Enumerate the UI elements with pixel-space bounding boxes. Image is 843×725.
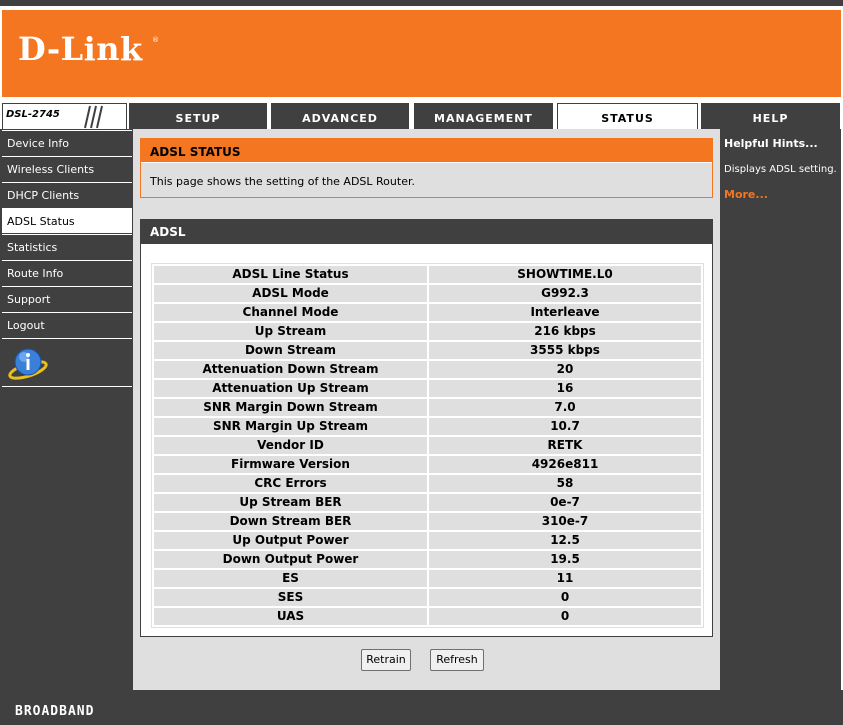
sidebar-divider bbox=[2, 386, 132, 387]
status-panel: ADSL STATUS This page shows the setting … bbox=[140, 138, 713, 198]
row-label: ES bbox=[154, 570, 427, 587]
table-row: Firmware Version 4926e811 bbox=[154, 456, 701, 473]
hints-title: Helpful Hints... bbox=[724, 137, 818, 150]
info-icon bbox=[8, 348, 48, 380]
table-row: Attenuation Up Stream 16 bbox=[154, 380, 701, 397]
table-row: CRC Errors 58 bbox=[154, 475, 701, 492]
row-label: Up Output Power bbox=[154, 532, 427, 549]
table-row: Vendor ID RETK bbox=[154, 437, 701, 454]
model-label: DSL-2745 bbox=[6, 109, 60, 120]
slashes-icon bbox=[84, 105, 103, 129]
retrain-button[interactable]: Retrain bbox=[361, 649, 411, 671]
row-label: Down Output Power bbox=[154, 551, 427, 568]
row-value: 19.5 bbox=[429, 551, 701, 568]
tab-advanced[interactable]: ADVANCED bbox=[271, 103, 409, 129]
row-label: Down Stream bbox=[154, 342, 427, 359]
sidebar: Device Info Wireless Clients DHCP Client… bbox=[0, 129, 133, 690]
tab-status[interactable]: STATUS bbox=[557, 103, 698, 129]
row-value: 310e-7 bbox=[429, 513, 701, 530]
row-value: 16 bbox=[429, 380, 701, 397]
header-banner: D-Link ® bbox=[2, 10, 841, 97]
row-value: 0e-7 bbox=[429, 494, 701, 511]
adsl-panel: ADSL ADSL Line Status SHOWTIME.L0 ADSL Mod… bbox=[140, 219, 713, 637]
row-label: Up Stream BER bbox=[154, 494, 427, 511]
row-value: 12.5 bbox=[429, 532, 701, 549]
refresh-button[interactable]: Refresh bbox=[430, 649, 484, 671]
row-value: 4926e811 bbox=[429, 456, 701, 473]
row-label: Attenuation Down Stream bbox=[154, 361, 427, 378]
main-content: ADSL STATUS This page shows the setting … bbox=[133, 129, 720, 690]
row-value: SHOWTIME.L0 bbox=[429, 266, 701, 283]
row-value: RETK bbox=[429, 437, 701, 454]
footer-brand: BROADBAND bbox=[15, 704, 95, 719]
sidebar-item-route-info[interactable]: Route Info bbox=[2, 260, 132, 285]
row-label: SES bbox=[154, 589, 427, 606]
table-row: Up Stream 216 kbps bbox=[154, 323, 701, 340]
status-title: ADSL STATUS bbox=[141, 139, 712, 163]
tab-setup[interactable]: SETUP bbox=[129, 103, 267, 129]
table-row: UAS 0 bbox=[154, 608, 701, 625]
table-row: SES 0 bbox=[154, 589, 701, 606]
row-label: Vendor ID bbox=[154, 437, 427, 454]
status-description: This page shows the setting of the ADSL … bbox=[150, 175, 415, 188]
table-row: Up Output Power 12.5 bbox=[154, 532, 701, 549]
table-row: SNR Margin Down Stream 7.0 bbox=[154, 399, 701, 416]
row-value: 3555 kbps bbox=[429, 342, 701, 359]
dlink-logo: D-Link bbox=[18, 30, 143, 68]
row-label: CRC Errors bbox=[154, 475, 427, 492]
row-value: 0 bbox=[429, 608, 701, 625]
row-value: 58 bbox=[429, 475, 701, 492]
row-label: UAS bbox=[154, 608, 427, 625]
sidebar-item-logout[interactable]: Logout bbox=[2, 312, 132, 337]
table-row: ADSL Mode G992.3 bbox=[154, 285, 701, 302]
table-row: ADSL Line Status SHOWTIME.L0 bbox=[154, 266, 701, 283]
row-value: 20 bbox=[429, 361, 701, 378]
row-label: ADSL Mode bbox=[154, 285, 427, 302]
table-row: Down Stream BER 310e-7 bbox=[154, 513, 701, 530]
table-row: Channel Mode Interleave bbox=[154, 304, 701, 321]
row-value: 7.0 bbox=[429, 399, 701, 416]
table-row: Attenuation Down Stream 20 bbox=[154, 361, 701, 378]
page: D-Link ® DSL-2745 SETUP ADVANCED MANAGEM… bbox=[0, 0, 843, 725]
row-label: Firmware Version bbox=[154, 456, 427, 473]
row-label: ADSL Line Status bbox=[154, 266, 427, 283]
table-row: SNR Margin Up Stream 10.7 bbox=[154, 418, 701, 435]
row-label: SNR Margin Up Stream bbox=[154, 418, 427, 435]
adsl-table: ADSL Line Status SHOWTIME.L0 ADSL Mode G992… bbox=[151, 263, 704, 628]
row-value: 0 bbox=[429, 589, 701, 606]
table-row: Up Stream BER 0e-7 bbox=[154, 494, 701, 511]
tab-help[interactable]: HELP bbox=[701, 103, 840, 129]
hints-more-link[interactable]: More... bbox=[724, 188, 768, 201]
hints-text: Displays ADSL setting. bbox=[724, 164, 837, 175]
row-label: Attenuation Up Stream bbox=[154, 380, 427, 397]
row-value: G992.3 bbox=[429, 285, 701, 302]
sidebar-item-statistics[interactable]: Statistics bbox=[2, 234, 132, 259]
row-label: Channel Mode bbox=[154, 304, 427, 321]
helpful-hints-panel: Helpful Hints... Displays ADSL setting. … bbox=[720, 129, 841, 690]
nav-bar: DSL-2745 SETUP ADVANCED MANAGEMENT STATU… bbox=[0, 103, 843, 129]
table-row: Down Output Power 19.5 bbox=[154, 551, 701, 568]
row-label: SNR Margin Down Stream bbox=[154, 399, 427, 416]
row-value: Interleave bbox=[429, 304, 701, 321]
row-label: Down Stream BER bbox=[154, 513, 427, 530]
registered-mark: ® bbox=[152, 36, 159, 44]
sidebar-item-dhcp-clients[interactable]: DHCP Clients bbox=[2, 182, 132, 207]
row-value: 11 bbox=[429, 570, 701, 587]
top-bar bbox=[0, 0, 843, 6]
table-row: ES 11 bbox=[154, 570, 701, 587]
model-box: DSL-2745 bbox=[2, 103, 127, 129]
sidebar-item-support[interactable]: Support bbox=[2, 286, 132, 311]
adsl-title: ADSL bbox=[141, 220, 712, 244]
sidebar-item-device-info[interactable]: Device Info bbox=[2, 130, 132, 155]
table-row: Down Stream 3555 kbps bbox=[154, 342, 701, 359]
row-value: 216 kbps bbox=[429, 323, 701, 340]
sidebar-item-adsl-status[interactable]: ADSL Status bbox=[2, 208, 132, 233]
footer: BROADBAND bbox=[0, 690, 843, 725]
tab-management[interactable]: MANAGEMENT bbox=[414, 103, 553, 129]
row-label: Up Stream bbox=[154, 323, 427, 340]
sidebar-item-wireless-clients[interactable]: Wireless Clients bbox=[2, 156, 132, 181]
row-value: 10.7 bbox=[429, 418, 701, 435]
